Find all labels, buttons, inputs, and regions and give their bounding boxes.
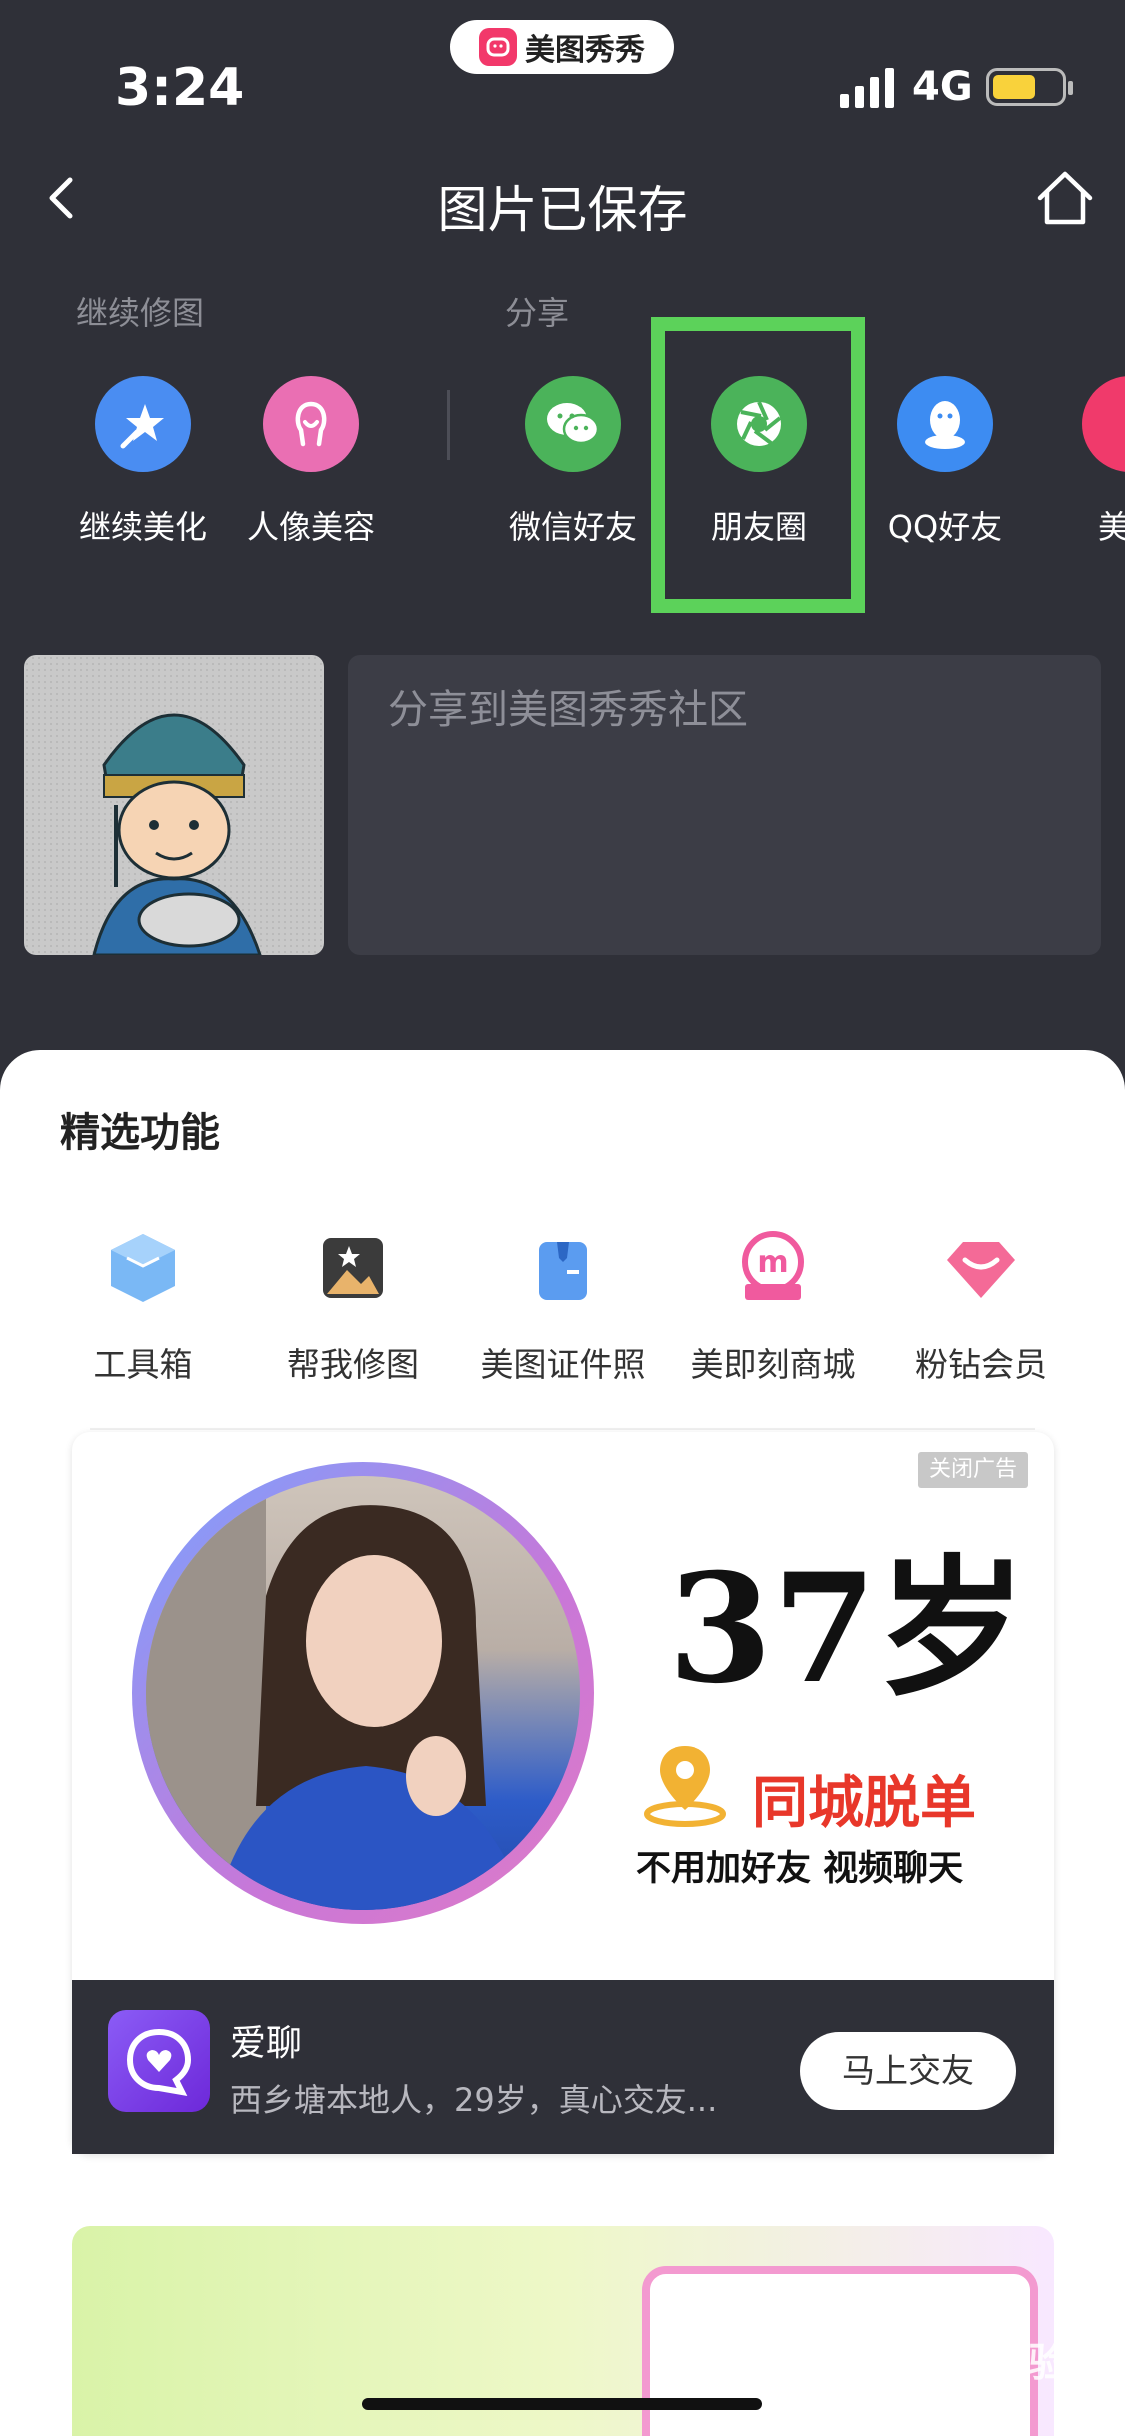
ad-photo <box>146 1476 580 1910</box>
photo-frame-icon <box>323 1238 383 1298</box>
highlight-box <box>651 317 865 613</box>
ad-avatar <box>132 1462 594 1924</box>
edit-section-label: 继续修图 <box>76 294 205 332</box>
mall-icon: m <box>742 1231 804 1300</box>
share-wechat-friend[interactable]: 微信好友 <box>488 376 658 548</box>
wechat-icon <box>525 376 621 472</box>
signal-icon <box>840 68 894 108</box>
features-title: 精选功能 <box>60 1110 220 1156</box>
battery-icon <box>986 68 1073 106</box>
share-divider <box>447 390 450 460</box>
toolbox-icon <box>111 1234 175 1302</box>
close-ad-button[interactable]: 关闭广告 <box>918 1452 1028 1488</box>
feature-mall[interactable]: m 美即刻商城 <box>678 1228 868 1386</box>
app-badge: 美图秀秀 <box>450 20 674 74</box>
watermark: Baidu经验 <box>860 2340 1069 2386</box>
share-meipai[interactable]: 美 <box>1040 376 1125 548</box>
page-title: 图片已保存 <box>437 181 688 239</box>
face-icon <box>263 376 359 472</box>
feature-label: 帮我修图 <box>287 1345 419 1384</box>
section-divider <box>90 1428 1035 1430</box>
qq-icon <box>897 376 993 472</box>
ad-headline: 同城脱单 <box>752 1771 976 1836</box>
network-label: 4G <box>912 64 973 110</box>
location-pin-icon <box>644 1746 726 1827</box>
feature-label: 工具箱 <box>93 1345 193 1384</box>
status-time: 3:24 <box>115 58 245 118</box>
home-button[interactable] <box>1034 168 1096 228</box>
meitu-logo-icon <box>479 28 517 66</box>
ad-age-text: 37岁 <box>668 1541 1027 1717</box>
saved-image-thumbnail[interactable] <box>24 655 324 955</box>
feature-label: 粉钻会员 <box>915 1345 1047 1384</box>
community-share-input[interactable]: 分享到美图秀秀社区 <box>348 655 1101 955</box>
feature-toolbox[interactable]: 工具箱 <box>48 1228 238 1386</box>
svg-text:m: m <box>757 1245 788 1280</box>
ad-subline: 不用加好友 视频聊天 <box>636 1849 964 1889</box>
diamond-icon <box>947 1242 1015 1298</box>
feature-label: 美图证件照 <box>480 1345 646 1384</box>
share-qq-friend[interactable]: QQ好友 <box>860 376 1030 548</box>
share-item-label: QQ好友 <box>887 508 1003 546</box>
make-friends-button[interactable]: 马上交友 <box>800 2032 1016 2110</box>
id-photo-icon <box>539 1242 587 1300</box>
cartoon-figure-image <box>92 713 262 955</box>
feature-help-edit[interactable]: 帮我修图 <box>258 1228 448 1386</box>
ad-app-desc: 西乡塘本地人，29岁，真心交友... <box>230 2081 718 2119</box>
chat-app-icon <box>108 2010 210 2112</box>
feature-id-photo[interactable]: 美图证件照 <box>468 1228 658 1386</box>
ad-app-name: 爱聊 <box>230 2023 303 2064</box>
feature-label: 美即刻商城 <box>690 1345 856 1384</box>
meipai-icon <box>1082 376 1125 472</box>
community-placeholder: 分享到美图秀秀社区 <box>388 687 748 733</box>
magic-wand-icon <box>95 376 191 472</box>
share-item-label: 继续美化 <box>78 508 207 546</box>
share-continue-beautify[interactable]: 继续美化 <box>58 376 228 548</box>
share-section-label: 分享 <box>505 294 570 332</box>
share-portrait-beauty[interactable]: 人像美容 <box>226 376 396 548</box>
feature-vip[interactable]: 粉钻会员 <box>886 1228 1076 1386</box>
share-item-label: 微信好友 <box>508 508 637 546</box>
share-item-label: 人像美容 <box>246 508 375 546</box>
home-indicator[interactable] <box>362 2398 762 2410</box>
app-badge-label: 美图秀秀 <box>525 33 645 68</box>
share-item-label: 美 <box>1098 508 1125 546</box>
